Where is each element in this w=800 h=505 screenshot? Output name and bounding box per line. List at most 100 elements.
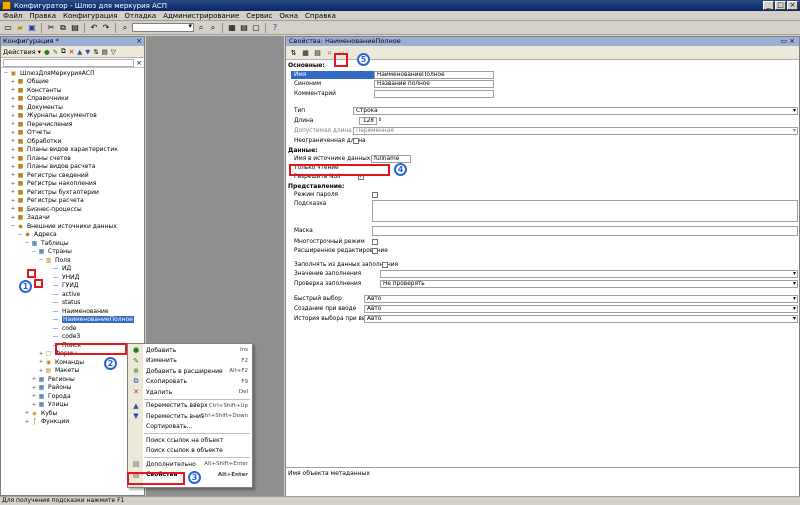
- tree-item[interactable]: + ▦ Улицы: [1, 401, 144, 410]
- expander-icon[interactable]: +: [10, 121, 16, 127]
- context-menu-item[interactable]: ▼ Переместить вниз Ctrl+Shift+Down: [128, 411, 252, 422]
- expander-icon[interactable]: +: [38, 351, 44, 357]
- tree-item[interactable]: + ■ Общие: [1, 78, 144, 87]
- tree-item[interactable]: + ▦ Города: [1, 392, 144, 401]
- tree-item[interactable]: − ▦ Таблицы: [1, 239, 144, 248]
- expander-icon[interactable]: +: [38, 359, 44, 365]
- move-up-icon[interactable]: ▲: [77, 48, 82, 56]
- expander-icon[interactable]: +: [31, 393, 37, 399]
- collapse-icon[interactable]: ⌵: [337, 48, 346, 57]
- expander-icon[interactable]: −: [24, 240, 30, 246]
- close-icon[interactable]: ×: [136, 37, 142, 46]
- allowed-length-field[interactable]: Переменная: [353, 127, 798, 135]
- fill-check-field[interactable]: Не проверять: [380, 280, 798, 288]
- expander-icon[interactable]: +: [10, 155, 16, 161]
- categories-icon[interactable]: ▦: [301, 48, 310, 57]
- window-icon[interactable]: ▢: [251, 23, 261, 33]
- expander-icon[interactable]: +: [10, 198, 16, 204]
- quick-choice-field[interactable]: Авто: [364, 295, 798, 303]
- tree-item[interactable]: − ▣ ШлюзДляМеркурияАСП: [1, 69, 144, 78]
- tree-item[interactable]: + ■ Регистры расчета: [1, 197, 144, 206]
- context-menu-item[interactable]: Сортировать...: [128, 422, 252, 433]
- list-icon[interactable]: ▤: [313, 48, 322, 57]
- menu-file[interactable]: Файл: [3, 12, 22, 20]
- fill-value-field[interactable]: [380, 270, 798, 278]
- new-file-icon[interactable]: ▭: [3, 23, 13, 33]
- tree-item[interactable]: + ■ Задачи: [1, 214, 144, 223]
- expander-icon[interactable]: [45, 283, 51, 289]
- name-field[interactable]: НаименованиеПолное: [374, 71, 494, 79]
- find-icon[interactable]: ⌕: [120, 23, 130, 33]
- tree-item[interactable]: + ■ Планы счетов: [1, 154, 144, 163]
- expander-icon[interactable]: +: [31, 385, 37, 391]
- tree-item[interactable]: + ■ Регистры бухгалтерии: [1, 188, 144, 197]
- menu-configuration[interactable]: Конфигурация: [63, 12, 117, 20]
- menu-windows[interactable]: Окна: [279, 12, 298, 20]
- close-button[interactable]: ×: [787, 1, 798, 10]
- cut-icon[interactable]: ✂: [46, 23, 56, 33]
- tree-item[interactable]: + ■ Обработки: [1, 137, 144, 146]
- move-down-icon[interactable]: ▼: [85, 48, 90, 56]
- tree-item[interactable]: — code3: [1, 333, 144, 342]
- ext-edit-checkbox[interactable]: [372, 248, 378, 254]
- tree-item[interactable]: + ƒ Функции: [1, 418, 144, 427]
- source-name-field[interactable]: fullname: [371, 155, 411, 163]
- expander-icon[interactable]: −: [31, 249, 37, 255]
- tree-item[interactable]: — Поиск: [1, 341, 144, 350]
- tooltip-field[interactable]: [372, 200, 798, 222]
- tree-item[interactable]: + ■ Справочники: [1, 95, 144, 104]
- expander-icon[interactable]: +: [10, 113, 16, 119]
- length-spin-icon[interactable]: ⇕: [378, 117, 382, 123]
- menu-service[interactable]: Сервис: [246, 12, 272, 20]
- grid-icon[interactable]: ▦: [227, 23, 237, 33]
- expander-icon[interactable]: +: [10, 164, 16, 170]
- tree-item[interactable]: + ■ Перечисления: [1, 120, 144, 129]
- expander-icon[interactable]: −: [17, 232, 23, 238]
- tree-item[interactable]: — ИД: [1, 265, 144, 274]
- context-menu-item[interactable]: ⧉ Скопировать F9: [128, 377, 252, 388]
- menu-administration[interactable]: Администрирование: [163, 12, 239, 20]
- length-field[interactable]: 128: [359, 117, 377, 125]
- type-field[interactable]: Строка: [353, 107, 798, 115]
- tree-item[interactable]: + ▦ Районы: [1, 384, 144, 393]
- expander-icon[interactable]: +: [10, 96, 16, 102]
- expander-icon[interactable]: −: [3, 70, 9, 76]
- find-next-icon[interactable]: ⌕: [196, 23, 206, 33]
- history-field[interactable]: Авто: [364, 315, 798, 323]
- tree-search-input[interactable]: [3, 58, 135, 67]
- unlimited-length-checkbox[interactable]: [353, 138, 359, 144]
- expander-icon[interactable]: +: [24, 410, 30, 416]
- tree-item[interactable]: + ■ Планы видов расчета: [1, 163, 144, 172]
- synonym-field[interactable]: Название полное: [374, 80, 494, 88]
- tree-item[interactable]: + ■ Планы видов характеристик: [1, 146, 144, 155]
- expander-icon[interactable]: −: [10, 223, 16, 229]
- menu-edit[interactable]: Правка: [29, 12, 56, 20]
- context-menu-item[interactable]: ✕ Удалить Del: [128, 387, 252, 398]
- add-icon[interactable]: ●: [44, 48, 50, 56]
- mask-field[interactable]: [372, 226, 798, 236]
- expander-icon[interactable]: +: [10, 206, 16, 212]
- sort-icon[interactable]: ⇅: [93, 48, 98, 56]
- clear-value-icon[interactable]: ×: [325, 48, 334, 57]
- actions-menu[interactable]: Действия ▾: [3, 48, 41, 56]
- filter-icon[interactable]: ▽: [111, 48, 116, 56]
- find-prev-icon[interactable]: ⌕: [208, 23, 218, 33]
- tree-item[interactable]: + ■ Журналы документов: [1, 112, 144, 121]
- expander-icon[interactable]: [45, 291, 51, 297]
- expander-icon[interactable]: +: [10, 138, 16, 144]
- tree-item[interactable]: + ▦ Регионы: [1, 375, 144, 384]
- delete-icon[interactable]: ✕: [69, 48, 74, 56]
- expander-icon[interactable]: +: [10, 104, 16, 110]
- tree-item[interactable]: + ■ Регистры накопления: [1, 180, 144, 189]
- tree-item[interactable]: — НаименованиеПолное: [1, 316, 144, 325]
- tree-item[interactable]: + ■ Константы: [1, 86, 144, 95]
- tree-item[interactable]: + ▤ Макеты: [1, 367, 144, 376]
- close-icon[interactable]: ×: [789, 37, 797, 45]
- tree-item[interactable]: + ▢ Формы: [1, 350, 144, 359]
- tree-item[interactable]: − ◆ Внешние источники данных: [1, 222, 144, 231]
- expander-icon[interactable]: [45, 266, 51, 272]
- expander-icon[interactable]: [45, 300, 51, 306]
- expander-icon[interactable]: [45, 325, 51, 331]
- maximize-button[interactable]: □: [775, 1, 786, 10]
- tree-item[interactable]: − ◆ Адреса: [1, 231, 144, 240]
